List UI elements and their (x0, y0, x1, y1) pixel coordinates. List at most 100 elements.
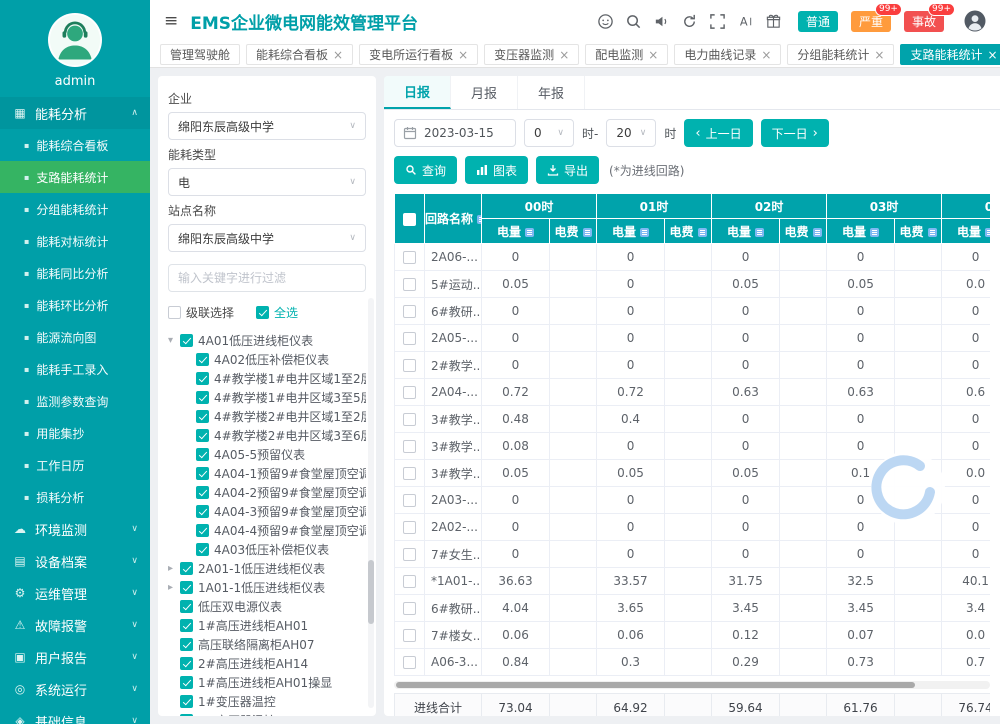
close-icon[interactable]: × (458, 49, 468, 61)
tree-node[interactable]: 4A02低压补偿柜仪表 (168, 350, 366, 369)
row-checkbox[interactable] (403, 305, 416, 318)
sidebar-item-1[interactable]: ▪支路能耗统计 (0, 161, 150, 193)
tree-caret-icon[interactable]: ▸ (168, 563, 180, 574)
sidebar-section-6[interactable]: ◎系统运行∨ (0, 673, 150, 705)
select-all-checkbox[interactable] (256, 306, 269, 319)
tab-4[interactable]: 配电监测× (585, 44, 668, 65)
sort-icon[interactable] (525, 228, 534, 237)
hour-to-select[interactable]: 20 ∨ (606, 119, 656, 147)
sidebar-section-7[interactable]: ◈基础信息∨ (0, 705, 150, 724)
close-icon[interactable]: × (761, 49, 771, 61)
row-checkbox[interactable] (403, 332, 416, 345)
tree-checkbox-checked[interactable] (180, 676, 193, 689)
sidebar-section-5[interactable]: ▣用户报告∨ (0, 641, 150, 673)
sidebar-item-9[interactable]: ▪用能集抄 (0, 417, 150, 449)
sort-icon[interactable] (698, 228, 707, 237)
tree-node[interactable]: 低压双电源仪表 (168, 597, 366, 616)
tree-node[interactable]: ▾4A01低压进线柜仪表 (168, 331, 366, 350)
sidebar-item-8[interactable]: ▪监测参数查询 (0, 385, 150, 417)
tree-node[interactable]: 1#高压进线柜AH01 (168, 616, 366, 635)
row-checkbox[interactable] (403, 494, 416, 507)
tree-checkbox-checked[interactable] (180, 562, 193, 575)
tree-checkbox-checked[interactable] (180, 638, 193, 651)
tree-node[interactable]: 2#变压器温控 (168, 711, 366, 716)
tree-node[interactable]: 高压联络隔离柜AH07 (168, 635, 366, 654)
tree-checkbox-checked[interactable] (196, 372, 209, 385)
tree-node[interactable]: 4A04-2预留9#食堂屋顶空调机组仪表 (168, 483, 366, 502)
tree-checkbox-checked[interactable] (196, 391, 209, 404)
sort-icon[interactable] (928, 228, 937, 237)
row-checkbox[interactable] (403, 548, 416, 561)
tab-0[interactable]: 管理驾驶舱 (160, 44, 240, 65)
cascade-checkbox[interactable] (168, 306, 181, 319)
tree-node[interactable]: 4A05-5预留仪表 (168, 445, 366, 464)
tree-node[interactable]: 1#高压进线柜AH01操显 (168, 673, 366, 692)
row-checkbox[interactable] (403, 413, 416, 426)
sidebar-item-4[interactable]: ▪能耗同比分析 (0, 257, 150, 289)
tree-checkbox-checked[interactable] (180, 334, 193, 347)
sort-icon[interactable] (985, 228, 990, 237)
refresh-icon[interactable] (681, 13, 698, 30)
row-checkbox[interactable] (403, 656, 416, 669)
row-checkbox[interactable] (403, 602, 416, 615)
select-all-label[interactable]: 全选 (274, 304, 298, 321)
sidebar-section-1[interactable]: ☁环境监测∨ (0, 513, 150, 545)
report-tab-0[interactable]: 日报 (384, 76, 451, 109)
tab-6[interactable]: 分组能耗统计× (787, 44, 894, 65)
chart-button[interactable]: 图表 (465, 156, 528, 184)
tree-checkbox-checked[interactable] (180, 600, 193, 613)
report-tab-2[interactable]: 年报 (518, 76, 585, 109)
tree-node[interactable]: 1#变压器温控 (168, 692, 366, 711)
tree-checkbox-checked[interactable] (180, 619, 193, 632)
prev-day-button[interactable]: ‹ 上一日 (684, 119, 752, 147)
row-checkbox[interactable] (403, 251, 416, 264)
sort-icon[interactable] (477, 215, 481, 224)
row-checkbox[interactable] (403, 521, 416, 534)
tree-checkbox-checked[interactable] (196, 410, 209, 423)
company-select[interactable]: 绵阳东辰高级中学 ∨ (168, 112, 366, 140)
tree-node[interactable]: ▸2A01-1低压进线柜仪表 (168, 559, 366, 578)
row-checkbox[interactable] (403, 467, 416, 480)
tree-node[interactable]: 4A03低压补偿柜仪表 (168, 540, 366, 559)
tree-checkbox-checked[interactable] (180, 695, 193, 708)
tree-scrollbar-thumb[interactable] (368, 560, 374, 624)
sort-icon[interactable] (640, 228, 649, 237)
tab-3[interactable]: 变压器监测× (484, 44, 579, 65)
sidebar-item-3[interactable]: ▪能耗对标统计 (0, 225, 150, 257)
tree-checkbox-checked[interactable] (180, 657, 193, 670)
sort-icon[interactable] (870, 228, 879, 237)
close-icon[interactable]: × (874, 49, 884, 61)
sort-icon[interactable] (583, 228, 592, 237)
tree-node[interactable]: 4#教学楼1#电井区域1至2层动力仪表 (168, 369, 366, 388)
tree-node[interactable]: ▸1A01-1低压进线柜仪表 (168, 578, 366, 597)
sound-icon[interactable] (653, 13, 670, 30)
row-checkbox[interactable] (403, 440, 416, 453)
tab-2[interactable]: 变电所运行看板× (359, 44, 478, 65)
tree-checkbox-checked[interactable] (196, 448, 209, 461)
tab-5[interactable]: 电力曲线记录× (674, 44, 781, 65)
menu-collapse-icon[interactable]: ≡ (164, 11, 178, 31)
tree-checkbox-checked[interactable] (180, 581, 193, 594)
search-icon[interactable] (625, 13, 642, 30)
row-checkbox[interactable] (403, 359, 416, 372)
sidebar-item-10[interactable]: ▪工作日历 (0, 449, 150, 481)
support-icon[interactable] (597, 13, 614, 30)
next-day-button[interactable]: 下一日 › (761, 119, 829, 147)
tree-scrollbar[interactable] (368, 298, 374, 708)
horizontal-scrollbar-thumb[interactable] (396, 682, 915, 688)
gift-icon[interactable] (765, 13, 782, 30)
tree-checkbox-checked[interactable] (196, 524, 209, 537)
row-checkbox[interactable] (403, 575, 416, 588)
sort-icon[interactable] (755, 228, 764, 237)
tree-node[interactable]: 4#教学楼2#电井区域3至6层动力仪表 (168, 426, 366, 445)
tree-node[interactable]: 4A04-3预留9#食堂屋顶空调机组仪表 (168, 502, 366, 521)
date-picker[interactable]: 2023-03-15 (394, 119, 516, 147)
tree-node[interactable]: 4A04-4预留9#食堂屋顶空调机组仪表 (168, 521, 366, 540)
tree-checkbox-checked[interactable] (196, 429, 209, 442)
tab-1[interactable]: 能耗综合看板× (246, 44, 353, 65)
close-icon[interactable]: × (648, 49, 658, 61)
sidebar-item-0[interactable]: ▪能耗综合看板 (0, 129, 150, 161)
status-badge-normal[interactable]: 普通 (798, 11, 838, 32)
close-icon[interactable]: × (559, 49, 569, 61)
row-checkbox[interactable] (403, 278, 416, 291)
